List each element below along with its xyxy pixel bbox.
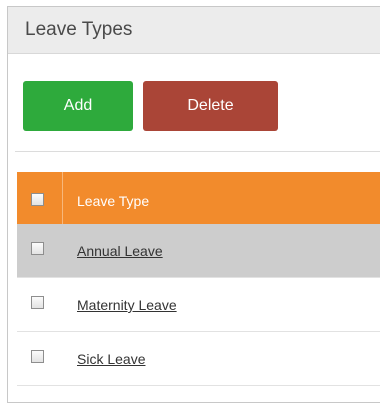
row-checkbox-cell (17, 224, 63, 277)
panel-header: Leave Types (8, 7, 380, 54)
leave-type-cell: Annual Leave (77, 224, 163, 277)
header-checkbox-cell (17, 172, 63, 224)
leave-type-link-maternity[interactable]: Maternity Leave (77, 297, 177, 313)
leave-type-link-sick[interactable]: Sick Leave (77, 351, 145, 367)
add-button[interactable]: Add (23, 81, 133, 131)
leave-types-table: Leave Type Annual Leave Maternity Leave (17, 172, 380, 386)
leave-types-panel: Leave Types Add Delete Leave Type Annual… (7, 6, 380, 403)
table-header-row: Leave Type (17, 172, 380, 224)
leave-type-cell: Sick Leave (77, 332, 145, 385)
leave-type-link-annual[interactable]: Annual Leave (77, 243, 163, 259)
column-header-leave-type: Leave Type (77, 193, 150, 209)
panel-title: Leave Types (25, 19, 133, 40)
select-all-checkbox[interactable] (31, 193, 44, 206)
delete-button[interactable]: Delete (143, 81, 278, 131)
leave-type-cell: Maternity Leave (77, 278, 177, 331)
row-checkbox-cell (17, 332, 63, 385)
table-row: Sick Leave (17, 332, 380, 386)
table-row: Maternity Leave (17, 278, 380, 332)
row-checkbox[interactable] (31, 296, 44, 309)
divider (15, 151, 380, 152)
row-checkbox[interactable] (31, 350, 44, 363)
row-checkbox[interactable] (31, 242, 44, 255)
table-row: Annual Leave (17, 224, 380, 278)
row-checkbox-cell (17, 278, 63, 331)
